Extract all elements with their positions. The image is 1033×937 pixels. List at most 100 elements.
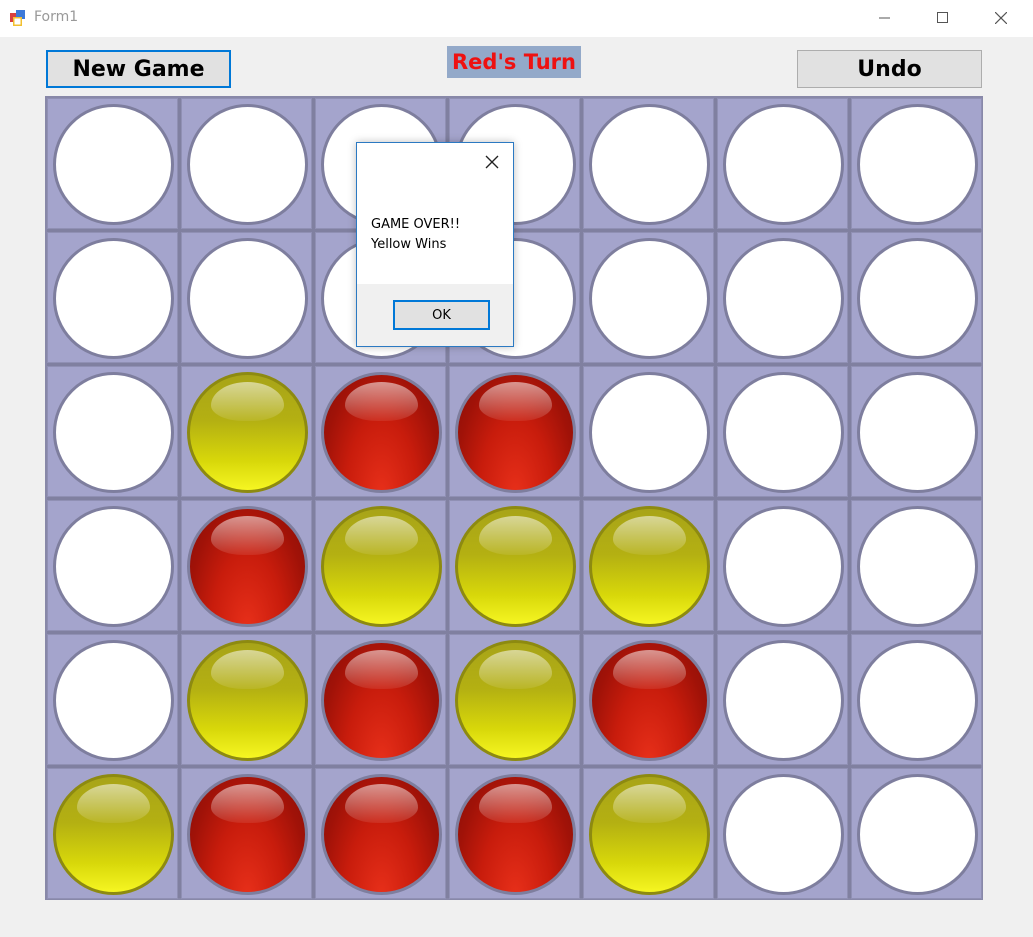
empty-slot (857, 372, 978, 493)
board-cell[interactable] (449, 366, 580, 497)
empty-slot (857, 104, 978, 225)
disc-highlight (210, 515, 285, 555)
board-cell[interactable] (717, 500, 848, 631)
board-cell[interactable] (181, 98, 312, 229)
empty-slot (53, 238, 174, 359)
board-cell[interactable] (181, 366, 312, 497)
yellow-disc (589, 774, 710, 895)
board-cell[interactable] (583, 500, 714, 631)
board-cell[interactable] (583, 634, 714, 765)
yellow-disc (321, 506, 442, 627)
disc-highlight (612, 649, 687, 689)
board-cell[interactable] (181, 768, 312, 899)
turn-indicator: Red's Turn (447, 46, 581, 78)
game-over-dialog: GAME OVER!! Yellow Wins OK (356, 142, 514, 347)
board-cell[interactable] (583, 768, 714, 899)
board-cell[interactable] (717, 366, 848, 497)
maximize-button[interactable] (914, 0, 972, 36)
empty-slot (857, 640, 978, 761)
yellow-disc (53, 774, 174, 895)
board-cell[interactable] (449, 634, 580, 765)
app-icon (10, 10, 25, 26)
board-cell[interactable] (47, 500, 178, 631)
minimize-icon (879, 17, 890, 19)
disc-highlight (210, 381, 285, 421)
yellow-disc (187, 640, 308, 761)
board-cell[interactable] (449, 500, 580, 631)
close-icon[interactable] (481, 151, 503, 173)
empty-slot (857, 238, 978, 359)
empty-slot (589, 372, 710, 493)
board-cell[interactable] (851, 98, 982, 229)
maximize-icon (937, 12, 948, 23)
yellow-disc (187, 372, 308, 493)
disc-highlight (478, 783, 553, 823)
empty-slot (53, 640, 174, 761)
disc-highlight (478, 649, 553, 689)
undo-button[interactable]: Undo (797, 50, 982, 88)
window-title: Form1 (34, 9, 79, 25)
empty-slot (723, 372, 844, 493)
board-cell[interactable] (47, 366, 178, 497)
disc-highlight (76, 783, 151, 823)
empty-slot (723, 238, 844, 359)
empty-slot (53, 372, 174, 493)
title-bar: Form1 (0, 0, 1033, 37)
board-cell[interactable] (47, 768, 178, 899)
board-cell[interactable] (181, 232, 312, 363)
board-cell[interactable] (181, 634, 312, 765)
empty-slot (857, 506, 978, 627)
empty-slot (723, 104, 844, 225)
board-cell[interactable] (851, 768, 982, 899)
yellow-disc (589, 506, 710, 627)
dialog-footer: OK (357, 284, 513, 346)
empty-slot (589, 104, 710, 225)
disc-highlight (344, 515, 419, 555)
close-button[interactable] (972, 0, 1030, 36)
disc-highlight (210, 783, 285, 823)
board-cell[interactable] (583, 366, 714, 497)
red-disc (321, 372, 442, 493)
board-cell[interactable] (315, 500, 446, 631)
board-cell[interactable] (47, 634, 178, 765)
board-cell[interactable] (717, 98, 848, 229)
red-disc (455, 372, 576, 493)
empty-slot (723, 506, 844, 627)
board-cell[interactable] (851, 366, 982, 497)
board-cell[interactable] (717, 232, 848, 363)
disc-highlight (344, 381, 419, 421)
board-cell[interactable] (851, 232, 982, 363)
board-cell[interactable] (47, 98, 178, 229)
empty-slot (723, 774, 844, 895)
empty-slot (589, 238, 710, 359)
minimize-button[interactable] (856, 0, 914, 36)
empty-slot (187, 104, 308, 225)
empty-slot (53, 104, 174, 225)
board-cell[interactable] (47, 232, 178, 363)
board-cell[interactable] (717, 768, 848, 899)
ok-button[interactable]: OK (393, 300, 490, 330)
disc-highlight (478, 381, 553, 421)
board-cell[interactable] (315, 634, 446, 765)
red-disc (321, 774, 442, 895)
board-cell[interactable] (315, 366, 446, 497)
disc-highlight (344, 783, 419, 823)
board-cell[interactable] (315, 768, 446, 899)
close-icon (995, 12, 1007, 24)
empty-slot (857, 774, 978, 895)
dialog-message: GAME OVER!! Yellow Wins (371, 215, 460, 255)
board-cell[interactable] (851, 500, 982, 631)
red-disc (187, 506, 308, 627)
disc-highlight (478, 515, 553, 555)
dialog-line-2: Yellow Wins (371, 237, 447, 252)
board-cell[interactable] (583, 232, 714, 363)
dialog-line-1: GAME OVER!! (371, 217, 461, 232)
board-cell[interactable] (449, 768, 580, 899)
board-cell[interactable] (851, 634, 982, 765)
board-cell[interactable] (717, 634, 848, 765)
board-cell[interactable] (181, 500, 312, 631)
new-game-button[interactable]: New Game (46, 50, 231, 88)
board-cell[interactable] (583, 98, 714, 229)
disc-highlight (210, 649, 285, 689)
yellow-disc (455, 640, 576, 761)
